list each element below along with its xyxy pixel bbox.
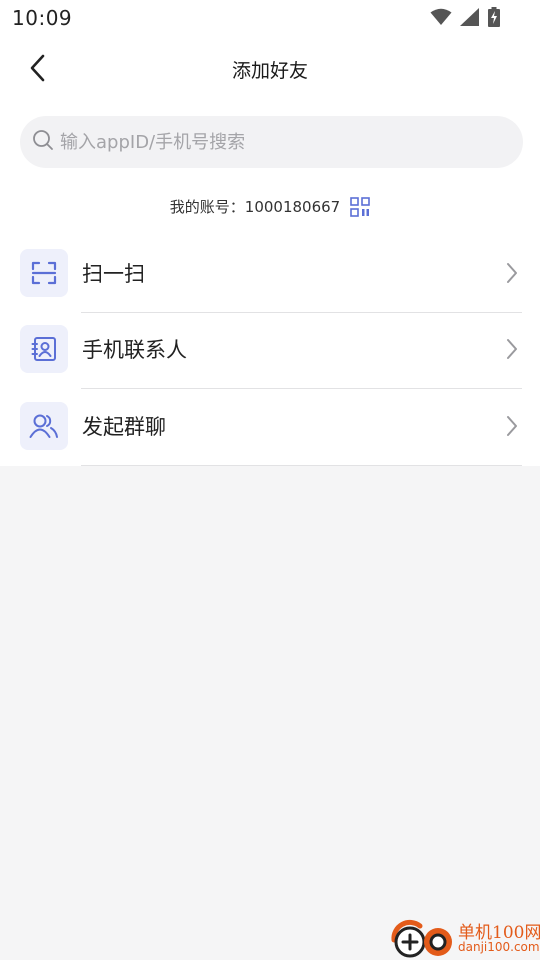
wifi-icon [430,8,452,30]
menu-item-group-chat[interactable]: 发起群聊 [0,390,540,466]
my-account-row: 我的账号： 1000180667 [0,196,540,217]
search-icon [32,129,54,155]
search-bar[interactable] [20,116,523,168]
menu-item-contacts[interactable]: 手机联系人 [0,313,540,389]
divider [81,388,522,389]
chevron-right-icon [504,261,520,285]
account-label: 我的账号： [169,198,245,216]
watermark: 单机100网 danji100.com [390,916,540,960]
status-time: 10:09 [12,6,73,30]
chevron-right-icon [504,337,520,361]
menu-item-label: 扫一扫 [82,262,145,286]
content-panel: 10:09 添加好友 输入appID/手机号搜索 我的账号： 100018066… [0,0,540,466]
watermark-domain: danji100.com [458,940,540,954]
group-users-icon [20,402,68,450]
chevron-right-icon [504,414,520,438]
menu-item-scan[interactable]: 扫一扫 [0,237,540,313]
status-bar: 10:09 [0,0,540,36]
divider [81,465,522,466]
battery-charging-icon [488,7,500,31]
account-id: 1000180667 [244,197,341,216]
search-input[interactable] [60,131,490,153]
qr-code-icon[interactable] [350,196,371,217]
menu-item-label: 发起群聊 [82,415,166,439]
menu-item-label: 手机联系人 [82,338,187,362]
watermark-logo-icon [390,918,456,958]
navigation-bar: 添加好友 [0,40,540,100]
contacts-book-icon [20,325,68,373]
page-title: 添加好友 [231,60,308,82]
status-icons [430,7,500,31]
scan-icon [20,249,68,297]
signal-icon [460,8,480,30]
